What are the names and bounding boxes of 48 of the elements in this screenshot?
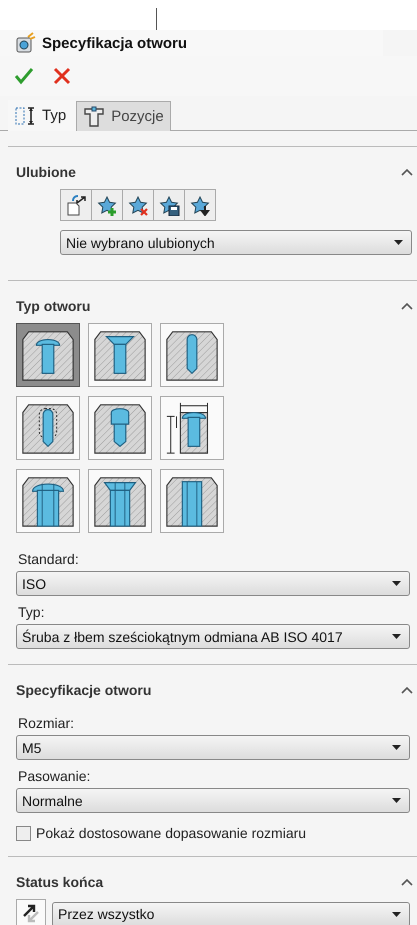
checkbox-label: Pokaż dostosowane dopasowanie rozmiaru (36, 825, 306, 841)
hole-type-button[interactable] (88, 396, 152, 460)
dropdown[interactable]: Normalne (16, 788, 410, 813)
dropdown[interactable]: Śruba z łbem sześciokątnym odmiana AB ISO 4017 (16, 624, 410, 649)
reverse-direction-button[interactable] (16, 899, 46, 925)
window-title: Specyfikacja otworu (42, 34, 188, 52)
hole-type-button[interactable] (16, 396, 80, 460)
hole-wizard-icon (14, 32, 36, 54)
hole-outline-icon (83, 106, 106, 128)
dimension-icon (14, 104, 36, 126)
hole-type-button[interactable] (160, 323, 224, 387)
copy-settings-icon[interactable] (65, 194, 87, 216)
section-title: Typ otworu (16, 298, 90, 314)
hole-type-button[interactable] (160, 396, 224, 460)
caret-icon (392, 581, 401, 586)
collapse-icon[interactable] (401, 686, 413, 694)
add-favorite-icon[interactable] (96, 194, 118, 216)
field-label: Typ: (17, 603, 46, 622)
dropdown[interactable]: Nie wybrano ulubionych (60, 230, 412, 255)
field-label: Standard: (17, 550, 80, 569)
load-favorite-icon[interactable] (189, 194, 211, 216)
checkbox[interactable] (16, 826, 31, 840)
section-title: Ulubione (16, 164, 76, 180)
collapse-icon[interactable] (401, 878, 413, 886)
section-title: Status końca (16, 874, 104, 890)
collapse-icon[interactable] (401, 168, 413, 176)
ok-button[interactable] (14, 66, 34, 86)
caret-icon (394, 240, 403, 245)
dropdown[interactable]: ISO (16, 571, 410, 596)
remove-favorite-icon[interactable] (127, 194, 149, 216)
hole-type-button[interactable] (88, 323, 152, 387)
hole-type-button[interactable] (160, 469, 224, 533)
dropdown[interactable]: M5 (16, 735, 410, 760)
hole-type-button[interactable] (16, 469, 80, 533)
section-title: Specyfikacje otworu (16, 682, 152, 698)
caret-icon (392, 634, 401, 639)
hole-type-button[interactable] (16, 323, 80, 387)
collapse-icon[interactable] (401, 302, 413, 310)
tab[interactable]: Pozycje (76, 101, 171, 131)
field-label: Rozmiar: (17, 714, 76, 733)
caret-icon (392, 745, 401, 750)
caret-icon (392, 798, 401, 803)
save-favorite-icon[interactable] (158, 194, 180, 216)
caret-icon (392, 912, 401, 916)
dropdown[interactable]: Przez wszystko (52, 902, 410, 925)
cancel-button[interactable] (52, 66, 72, 86)
hole-type-button[interactable] (88, 469, 152, 533)
field-label: Pasowanie: (17, 767, 92, 786)
